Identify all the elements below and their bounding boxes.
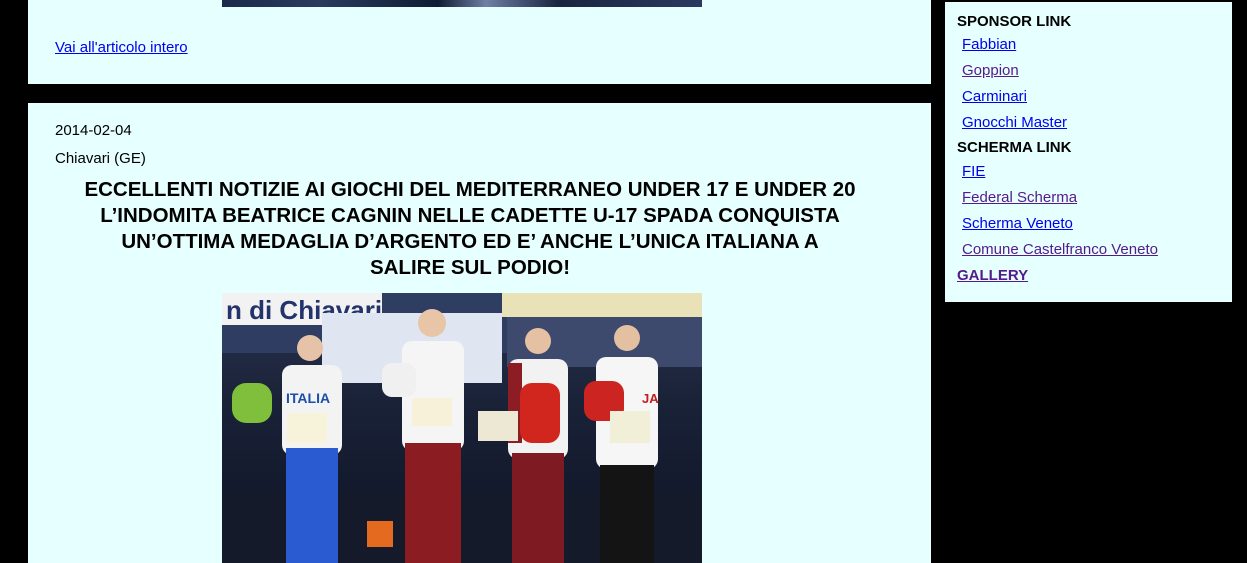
article-card-previous: Vai all'articolo intero [28, 0, 931, 84]
scherma-link-heading: SCHERMA LINK [957, 139, 1072, 156]
headline-line: ECCELLENTI NOTIZIE AI GIOCHI DEL MEDITER… [84, 178, 856, 201]
sponsor-link-heading: SPONSOR LINK [957, 13, 1072, 30]
headline-line: L’INDOMITA BEATRICE CAGNIN NELLE CADETTE… [100, 204, 840, 227]
scherma-link-fie[interactable]: FIE [962, 163, 985, 180]
scherma-link-scherma-veneto[interactable]: Scherma Veneto [962, 215, 1073, 232]
article-image-previous [222, 0, 702, 7]
scherma-link-comune-castelfranco[interactable]: Comune Castelfranco Veneto [962, 241, 1158, 258]
sponsor-link-goppion[interactable]: Goppion [962, 62, 1019, 79]
sponsor-link-fabbian[interactable]: Fabbian [962, 36, 1016, 53]
article-headline: ECCELLENTI NOTIZIE AI GIOCHI DEL MEDITER… [55, 177, 885, 281]
article-date: 2014-02-04 [55, 122, 132, 139]
scherma-link-federal-scherma[interactable]: Federal Scherma [962, 189, 1077, 206]
gallery-link[interactable]: GALLERY [957, 267, 1028, 284]
sidebar: SPONSOR LINK Fabbian Goppion Carminari G… [945, 2, 1232, 302]
article-card: 2014-02-04 Chiavari (GE) ECCELLENTI NOTI… [28, 103, 931, 563]
read-full-article-link[interactable]: Vai all'articolo intero [55, 39, 188, 56]
svg-text:JA: JA [642, 391, 659, 406]
svg-text:ITALIA: ITALIA [286, 390, 330, 406]
podium-photo[interactable]: n di Chiavari ITALIA JA [222, 293, 702, 563]
headline-line: SALIRE SUL PODIO! [369, 256, 571, 279]
article-location: Chiavari (GE) [55, 150, 146, 167]
podium-photo-illustration: n di Chiavari ITALIA JA [222, 293, 702, 563]
sponsor-link-carminari[interactable]: Carminari [962, 88, 1027, 105]
headline-line: UN’OTTIMA MEDAGLIA D’ARGENTO ED E’ ANCHE… [121, 230, 819, 253]
sponsor-link-gnocchi-master[interactable]: Gnocchi Master [962, 114, 1067, 131]
